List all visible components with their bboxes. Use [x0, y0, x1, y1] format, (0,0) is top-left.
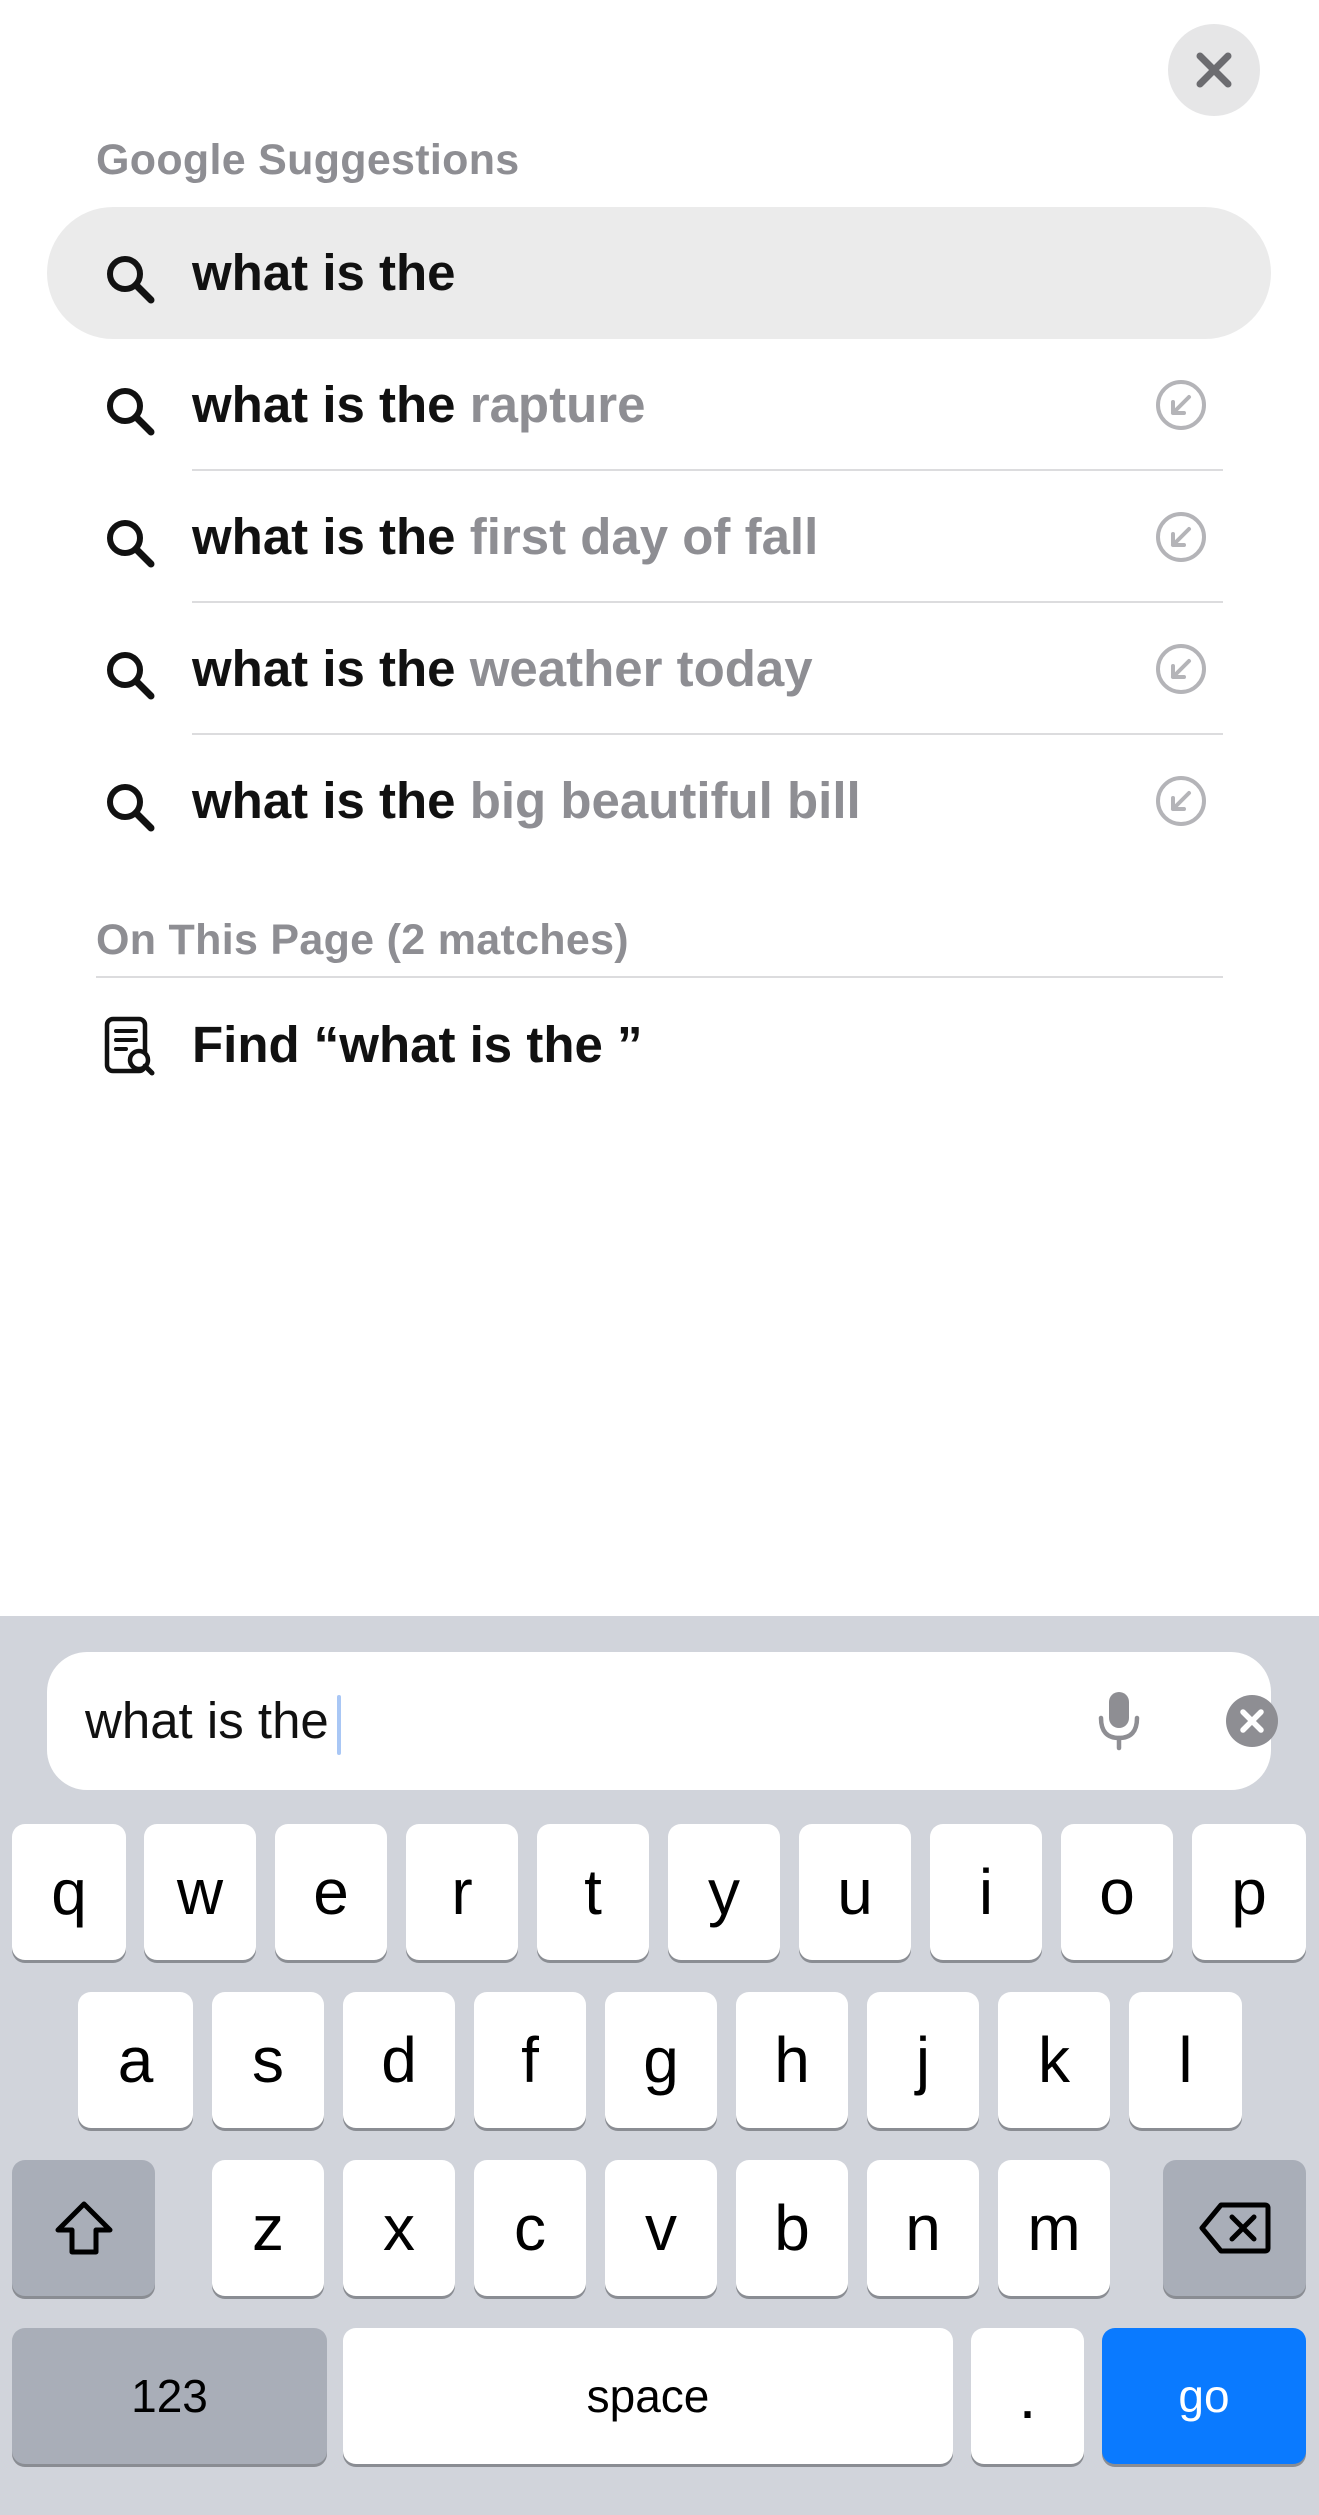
search-icon	[107, 256, 155, 304]
key-n[interactable]: n	[867, 2160, 979, 2296]
key-b[interactable]: b	[736, 2160, 848, 2296]
numbers-key[interactable]: 123	[12, 2328, 327, 2464]
key-v[interactable]: v	[605, 2160, 717, 2296]
key-l[interactable]: l	[1129, 1992, 1242, 2128]
key-m[interactable]: m	[998, 2160, 1110, 2296]
delete-key[interactable]	[1163, 2160, 1306, 2296]
search-icon	[107, 520, 155, 568]
key-f[interactable]: f	[474, 1992, 586, 2128]
suggestion-row[interactable]: what is the big beautiful bill	[0, 736, 1319, 866]
delete-icon	[1199, 2202, 1270, 2254]
find-in-page-icon	[104, 1016, 155, 1076]
key-j[interactable]: j	[867, 1992, 979, 2128]
period-key-label: .	[1018, 2360, 1037, 2432]
clear-text-icon[interactable]	[1225, 1694, 1279, 1748]
key-r[interactable]: r	[406, 1824, 518, 1960]
google-suggestions-header: Google Suggestions	[96, 136, 520, 184]
suggestion-typed: what is the	[192, 376, 456, 433]
fill-suggestion-arrow-icon[interactable]	[1154, 510, 1208, 564]
key-t[interactable]: t	[537, 1824, 649, 1960]
suggestion-row[interactable]: what is the first day of fall	[0, 472, 1319, 602]
find-label: Find “what is the ”	[192, 1016, 643, 1073]
divider	[192, 469, 1223, 471]
suggestion-completion: rapture	[455, 376, 646, 433]
divider	[192, 733, 1223, 735]
suggestion-completion: first day of fall	[455, 508, 819, 565]
space-key[interactable]: space	[343, 2328, 953, 2464]
find-on-page-row[interactable]: Find “what is the ”	[0, 980, 1319, 1110]
key-x[interactable]: x	[343, 2160, 455, 2296]
key-u[interactable]: u	[799, 1824, 911, 1960]
period-key[interactable]: .	[971, 2328, 1084, 2464]
fill-suggestion-arrow-icon[interactable]	[1154, 774, 1208, 828]
suggestion-typed: what is the	[192, 772, 456, 829]
top-hit-text: what is the	[192, 244, 456, 301]
suggestion-row[interactable]: what is the rapture	[0, 340, 1319, 470]
search-icon	[107, 652, 155, 700]
shift-icon	[55, 2201, 112, 2255]
key-w[interactable]: w	[144, 1824, 256, 1960]
suggestion-completion: weather today	[455, 640, 813, 697]
address-bar[interactable]: what is the	[47, 1652, 1278, 1790]
key-s[interactable]: s	[212, 1992, 324, 2128]
key-g[interactable]: g	[605, 1992, 717, 2128]
address-bar-text: what is the	[85, 1692, 329, 1749]
key-q[interactable]: q	[12, 1824, 126, 1960]
numbers-key-label: 123	[131, 2370, 208, 2422]
key-c[interactable]: c	[474, 2160, 586, 2296]
shift-key[interactable]	[12, 2160, 155, 2296]
top-hit-suggestion[interactable]: what is the	[0, 208, 1319, 338]
divider	[96, 976, 1223, 978]
search-icon	[107, 388, 155, 436]
key-i[interactable]: i	[930, 1824, 1042, 1960]
suggestion-completion: big beautiful bill	[455, 772, 861, 829]
keyboard: what is the q w e r t y u i o p a s d f …	[0, 1616, 1319, 2515]
fill-suggestion-arrow-icon[interactable]	[1154, 642, 1208, 696]
text-cursor	[336, 1694, 341, 1755]
key-e[interactable]: e	[275, 1824, 387, 1960]
close-icon	[1196, 52, 1232, 88]
close-button[interactable]	[1168, 24, 1260, 116]
fill-suggestion-arrow-icon[interactable]	[1154, 378, 1208, 432]
space-key-label: space	[586, 2370, 710, 2422]
key-y[interactable]: y	[668, 1824, 780, 1960]
key-h[interactable]: h	[736, 1992, 848, 2128]
search-icon	[107, 784, 155, 832]
key-d[interactable]: d	[343, 1992, 455, 2128]
suggestion-typed: what is the	[192, 640, 456, 697]
key-o[interactable]: o	[1061, 1824, 1173, 1960]
suggestion-row[interactable]: what is the weather today	[0, 604, 1319, 734]
suggestion-typed: what is the	[192, 508, 456, 565]
key-k[interactable]: k	[998, 1992, 1110, 2128]
on-this-page-header: On This Page (2 matches)	[96, 916, 629, 964]
go-key-label: go	[1178, 2370, 1230, 2422]
divider	[192, 601, 1223, 603]
key-p[interactable]: p	[1192, 1824, 1306, 1960]
microphone-icon[interactable]	[1095, 1688, 1143, 1754]
go-key[interactable]: go	[1102, 2328, 1306, 2464]
key-a[interactable]: a	[78, 1992, 193, 2128]
key-z[interactable]: z	[212, 2160, 324, 2296]
